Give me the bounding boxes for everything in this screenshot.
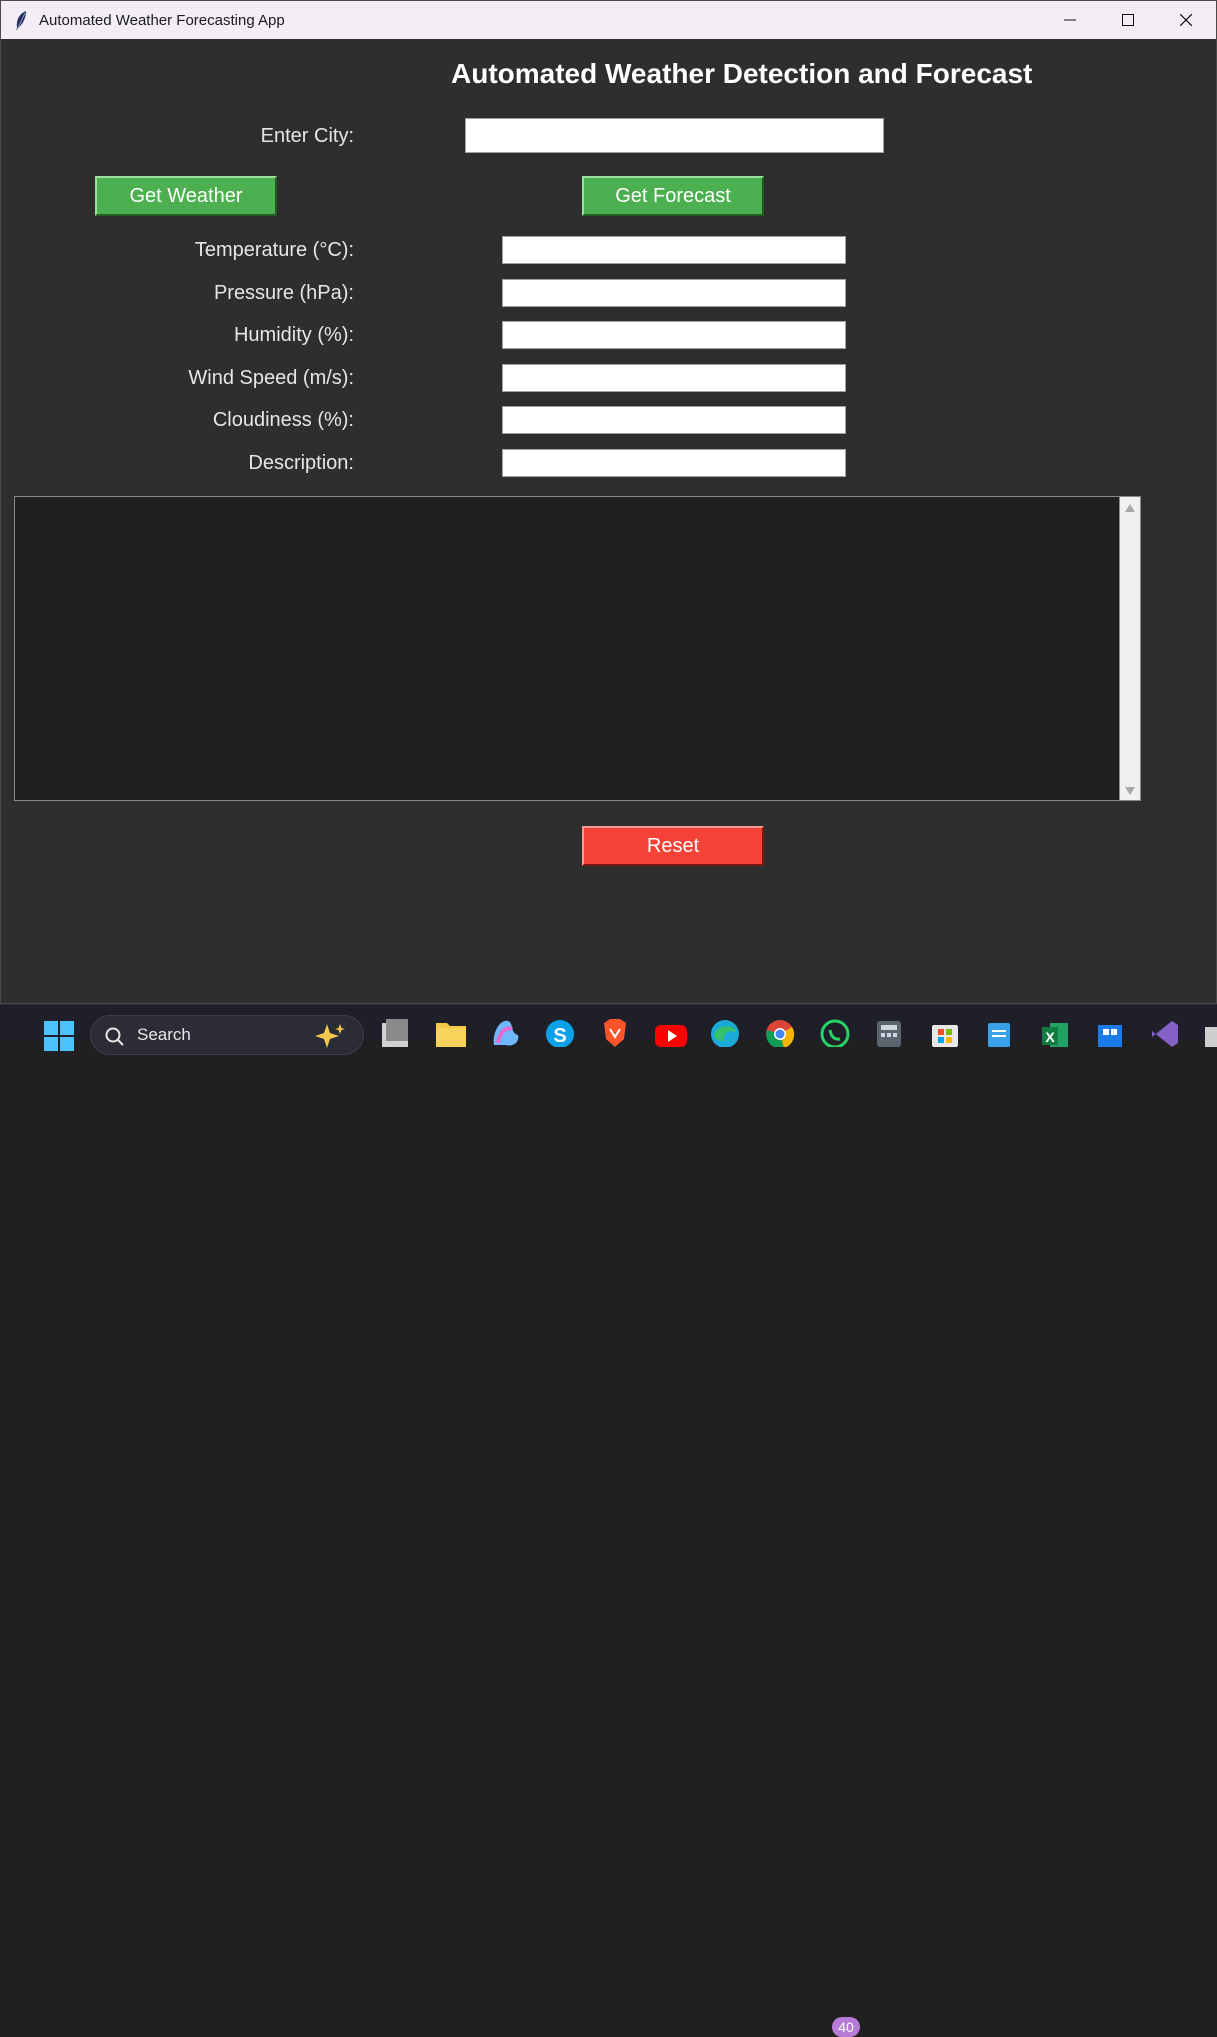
excel-icon[interactable]: X <box>1040 1017 1070 1047</box>
cloudiness-label: Cloudiness (%): <box>212 409 354 431</box>
brave-icon[interactable] <box>600 1017 630 1047</box>
maximize-icon <box>1122 14 1134 26</box>
calculator-icon[interactable] <box>875 1017 905 1047</box>
maximize-button[interactable] <box>1099 1 1157 39</box>
pressure-field[interactable] <box>502 279 846 307</box>
feather-icon <box>13 10 29 31</box>
wind-speed-label: Wind Speed (m/s): <box>188 367 354 389</box>
search-icon <box>105 1027 124 1046</box>
forecast-output-textarea[interactable] <box>14 496 1120 801</box>
scroll-up-arrow-icon[interactable] <box>1124 503 1136 513</box>
temperature-field[interactable] <box>502 236 846 264</box>
cloudiness-field[interactable] <box>502 406 846 434</box>
windows-start-icon[interactable] <box>44 1021 74 1051</box>
close-icon <box>1180 14 1192 26</box>
humidity-field[interactable] <box>502 321 846 349</box>
pressure-label: Pressure (hPa): <box>213 282 354 304</box>
file-explorer-icon[interactable] <box>435 1017 466 1047</box>
search-placeholder: Search <box>137 1025 191 1044</box>
app-window: Automated Weather Forecasting App Automa… <box>0 0 1217 1004</box>
copilot-icon[interactable] <box>490 1017 520 1047</box>
chrome-icon[interactable] <box>765 1017 795 1049</box>
task-view-icon[interactable] <box>380 1017 410 1047</box>
edge-icon[interactable] <box>710 1017 740 1048</box>
svg-text:S: S <box>553 1025 566 1047</box>
whatsapp-icon[interactable] <box>820 1017 850 1049</box>
windows-app-icon[interactable] <box>1095 1017 1125 1047</box>
taskbar-search[interactable]: Search <box>90 1015 364 1055</box>
get-forecast-button[interactable]: Get Forecast <box>582 176 764 216</box>
microsoft-store-icon[interactable] <box>930 1017 960 1047</box>
sparkle-icon <box>315 1024 345 1048</box>
youtube-icon[interactable] <box>655 1017 687 1047</box>
svg-text:X: X <box>1045 1029 1055 1045</box>
notepad-icon[interactable] <box>985 1017 1015 1047</box>
description-label: Description: <box>248 452 354 474</box>
humidity-label: Humidity (%): <box>233 324 354 346</box>
temperature-label: Temperature (°C): <box>194 239 354 261</box>
visual-studio-icon[interactable] <box>1150 1017 1180 1047</box>
minimize-button[interactable] <box>1041 1 1099 39</box>
get-weather-button[interactable]: Get Weather <box>95 176 277 216</box>
title-bar: Automated Weather Forecasting App <box>1 1 1216 39</box>
city-label: Enter City: <box>260 125 354 147</box>
minimize-icon <box>1064 19 1076 21</box>
output-scrollbar[interactable] <box>1120 496 1141 801</box>
skype-icon[interactable]: S <box>545 1017 575 1048</box>
description-field[interactable] <box>502 449 846 477</box>
scroll-down-arrow-icon[interactable] <box>1124 786 1136 796</box>
taskbar: Search S 40 X <box>0 1004 1217 2037</box>
overflow-icon[interactable] <box>1203 1017 1217 1047</box>
close-button[interactable] <box>1157 1 1215 39</box>
window-title: Automated Weather Forecasting App <box>39 12 285 29</box>
page-title: Automated Weather Detection and Forecast <box>451 58 1033 89</box>
wind-speed-field[interactable] <box>502 364 846 392</box>
reset-button[interactable]: Reset <box>582 826 764 866</box>
city-input[interactable] <box>465 118 884 153</box>
notification-badge: 40 <box>832 2017 860 2037</box>
